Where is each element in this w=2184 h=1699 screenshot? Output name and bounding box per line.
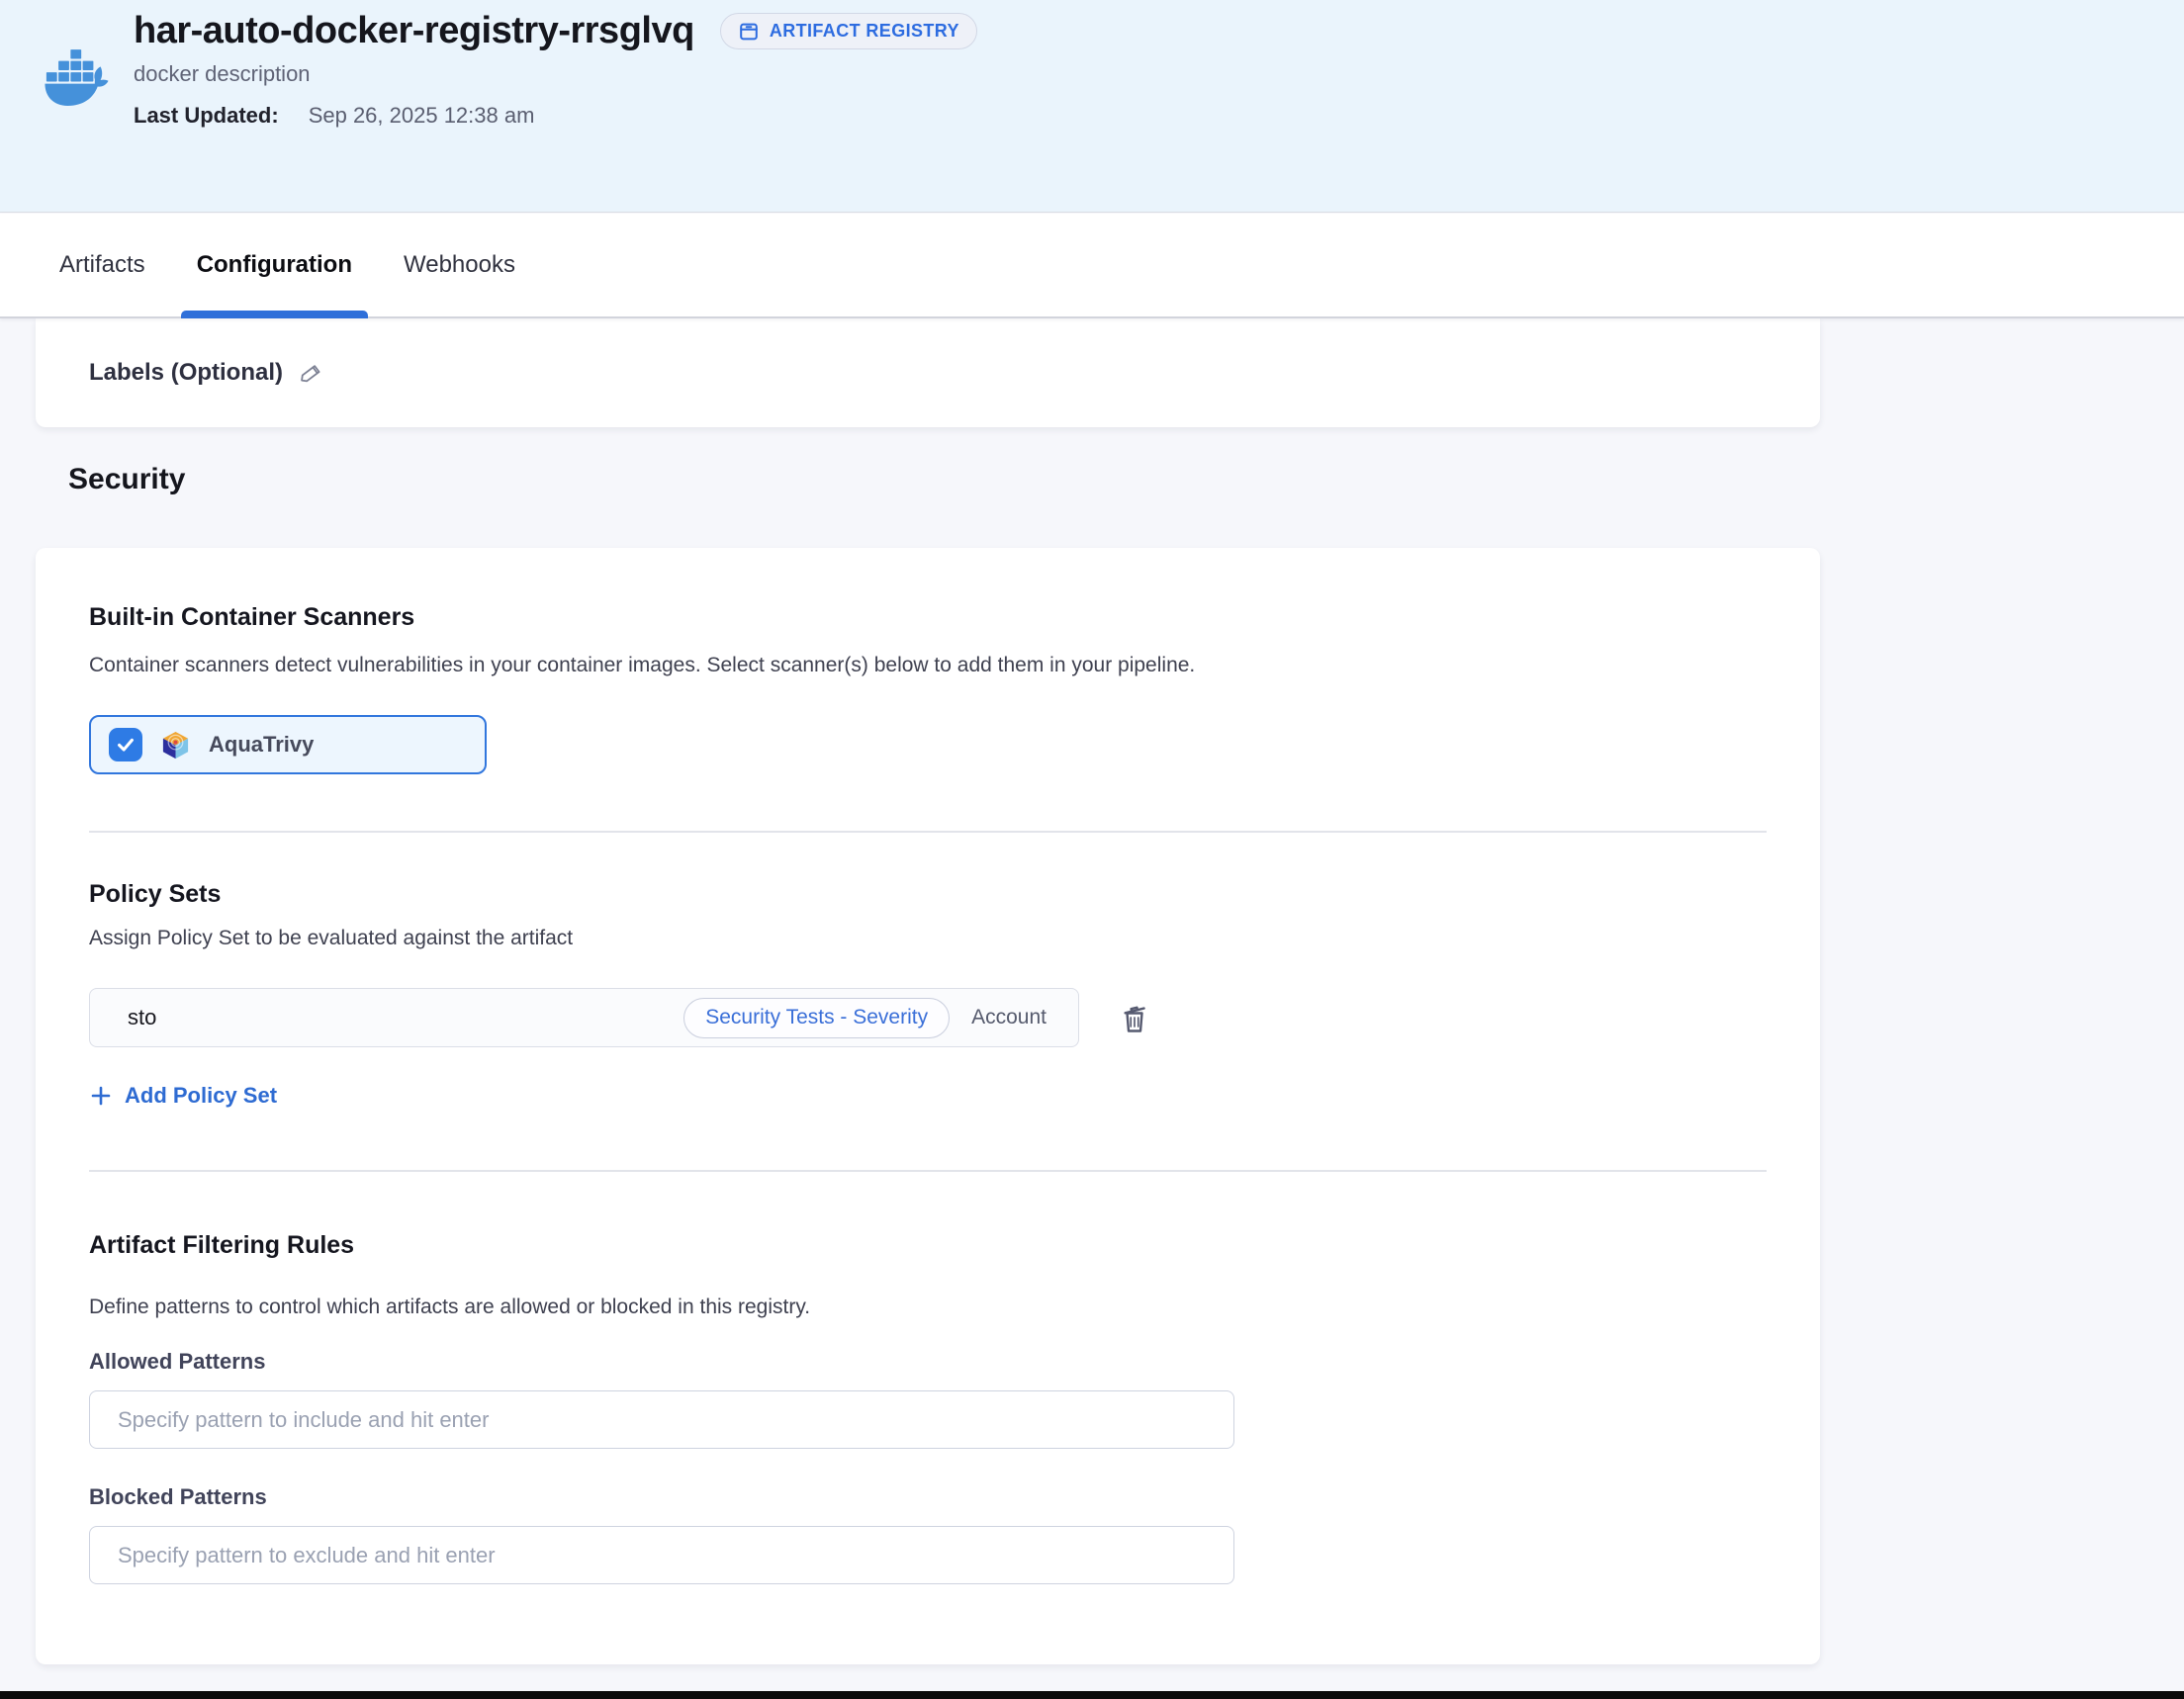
scanners-description: Container scanners detect vulnerabilitie… xyxy=(89,654,1767,677)
scanners-title: Built-in Container Scanners xyxy=(89,603,1767,632)
policy-set-input[interactable]: sto Security Tests - Severity Account xyxy=(89,988,1079,1047)
tab-configuration-label: Configuration xyxy=(197,251,352,279)
section-divider xyxy=(89,1170,1767,1172)
allowed-patterns-label: Allowed Patterns xyxy=(89,1349,1767,1375)
plus-icon xyxy=(89,1084,113,1108)
last-updated-label: Last Updated: xyxy=(134,103,279,129)
section-divider xyxy=(89,831,1767,833)
edit-labels-pencil-icon[interactable] xyxy=(299,361,323,386)
last-updated-value: Sep 26, 2025 12:38 am xyxy=(309,103,535,129)
labels-optional-title: Labels (Optional) xyxy=(89,359,283,387)
artifact-registry-badge: ARTIFACT REGISTRY xyxy=(720,13,977,49)
scanner-aquatrivy-tile[interactable]: AquaTrivy xyxy=(89,715,487,774)
aquatrivy-checkbox[interactable] xyxy=(109,728,142,761)
registry-header: har-auto-docker-registry-rrsglvq ARTIFAC… xyxy=(0,0,2184,213)
delete-policy-set-trash-icon[interactable] xyxy=(1117,1000,1152,1035)
tab-artifacts-label: Artifacts xyxy=(59,251,145,279)
aquatrivy-logo-icon xyxy=(160,730,191,760)
policy-sets-title: Policy Sets xyxy=(89,880,1767,909)
policy-set-row: sto Security Tests - Severity Account xyxy=(89,988,1767,1047)
filtering-rules-description: Define patterns to control which artifac… xyxy=(89,1296,1767,1319)
add-policy-set-label: Add Policy Set xyxy=(125,1083,277,1109)
registry-description: docker description xyxy=(134,61,977,87)
blocked-patterns-input[interactable] xyxy=(89,1526,1234,1584)
policy-set-query[interactable]: sto xyxy=(128,1005,683,1030)
add-policy-set-button[interactable]: Add Policy Set xyxy=(89,1083,277,1109)
tab-bar: Artifacts Configuration Webhooks xyxy=(0,214,2184,318)
tab-webhooks-label: Webhooks xyxy=(404,251,515,279)
blocked-patterns-label: Blocked Patterns xyxy=(89,1484,1767,1510)
security-card: Built-in Container Scanners Container sc… xyxy=(36,548,1820,1664)
badge-label: ARTIFACT REGISTRY xyxy=(770,21,959,42)
tab-configuration[interactable]: Configuration xyxy=(195,214,354,316)
tab-artifacts[interactable]: Artifacts xyxy=(57,214,147,316)
tab-webhooks[interactable]: Webhooks xyxy=(402,214,517,316)
docker-icon xyxy=(44,40,115,111)
active-tab-indicator xyxy=(181,311,368,318)
policy-sets-description: Assign Policy Set to be evaluated agains… xyxy=(89,927,1767,950)
scanner-name: AquaTrivy xyxy=(209,732,314,758)
page-title: har-auto-docker-registry-rrsglvq xyxy=(134,10,694,52)
registry-box-icon xyxy=(738,21,760,43)
window-bottom-edge xyxy=(0,1691,2184,1699)
policy-set-chip[interactable]: Security Tests - Severity xyxy=(683,998,950,1038)
labels-card: Labels (Optional) xyxy=(36,318,1820,427)
allowed-patterns-input[interactable] xyxy=(89,1390,1234,1449)
filtering-rules-title: Artifact Filtering Rules xyxy=(89,1231,1767,1260)
policy-set-scope: Account xyxy=(971,1006,1046,1029)
security-section-heading: Security xyxy=(68,463,185,496)
